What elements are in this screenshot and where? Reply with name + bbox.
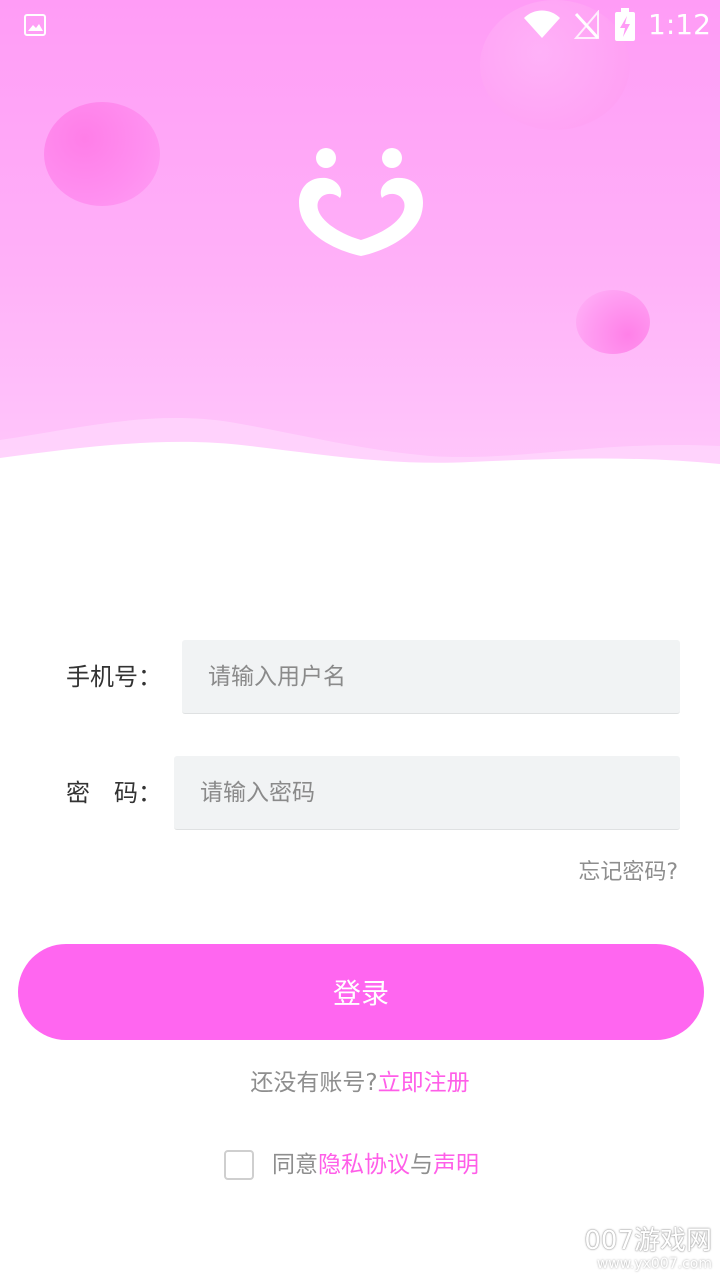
phone-input[interactable] xyxy=(182,640,680,714)
watermark-url: www.yx007.com xyxy=(596,1256,712,1272)
password-input[interactable] xyxy=(174,756,680,830)
agreement-joiner: 与 xyxy=(410,1152,433,1178)
agreement-text: 同意隐私协议与声明 xyxy=(272,1148,479,1182)
login-button[interactable]: 登录 xyxy=(18,944,704,1040)
register-prompt-text: 还没有账号? xyxy=(250,1070,378,1096)
heart-faces-logo xyxy=(299,148,423,256)
decor-bubble xyxy=(576,290,650,354)
wave-divider xyxy=(0,418,720,480)
image-icon xyxy=(24,14,46,36)
decor-bubble xyxy=(44,102,160,206)
statement-link[interactable]: 声明 xyxy=(433,1152,479,1178)
status-bar: 1:12 xyxy=(0,0,720,52)
agree-checkbox[interactable] xyxy=(224,1150,254,1180)
watermark: 007游戏网 www.yx007.com xyxy=(584,1226,712,1272)
phone-label: 手机号： xyxy=(66,663,162,691)
forgot-password-link[interactable]: 忘记密码? xyxy=(578,858,678,888)
watermark-title: 007游戏网 xyxy=(584,1226,712,1256)
status-time: 1:12 xyxy=(648,8,711,41)
password-label: 密 码： xyxy=(66,779,162,807)
register-prompt: 还没有账号?立即注册 xyxy=(0,1066,720,1100)
wifi-icon xyxy=(524,10,560,38)
privacy-policy-link[interactable]: 隐私协议 xyxy=(318,1152,410,1178)
agreement-row: 同意隐私协议与声明 xyxy=(224,1148,479,1182)
register-link[interactable]: 立即注册 xyxy=(378,1070,470,1096)
battery-charging-icon xyxy=(615,8,635,41)
header-hero xyxy=(0,0,720,480)
no-signal-icon xyxy=(574,10,600,40)
agreement-prefix: 同意 xyxy=(272,1152,318,1178)
